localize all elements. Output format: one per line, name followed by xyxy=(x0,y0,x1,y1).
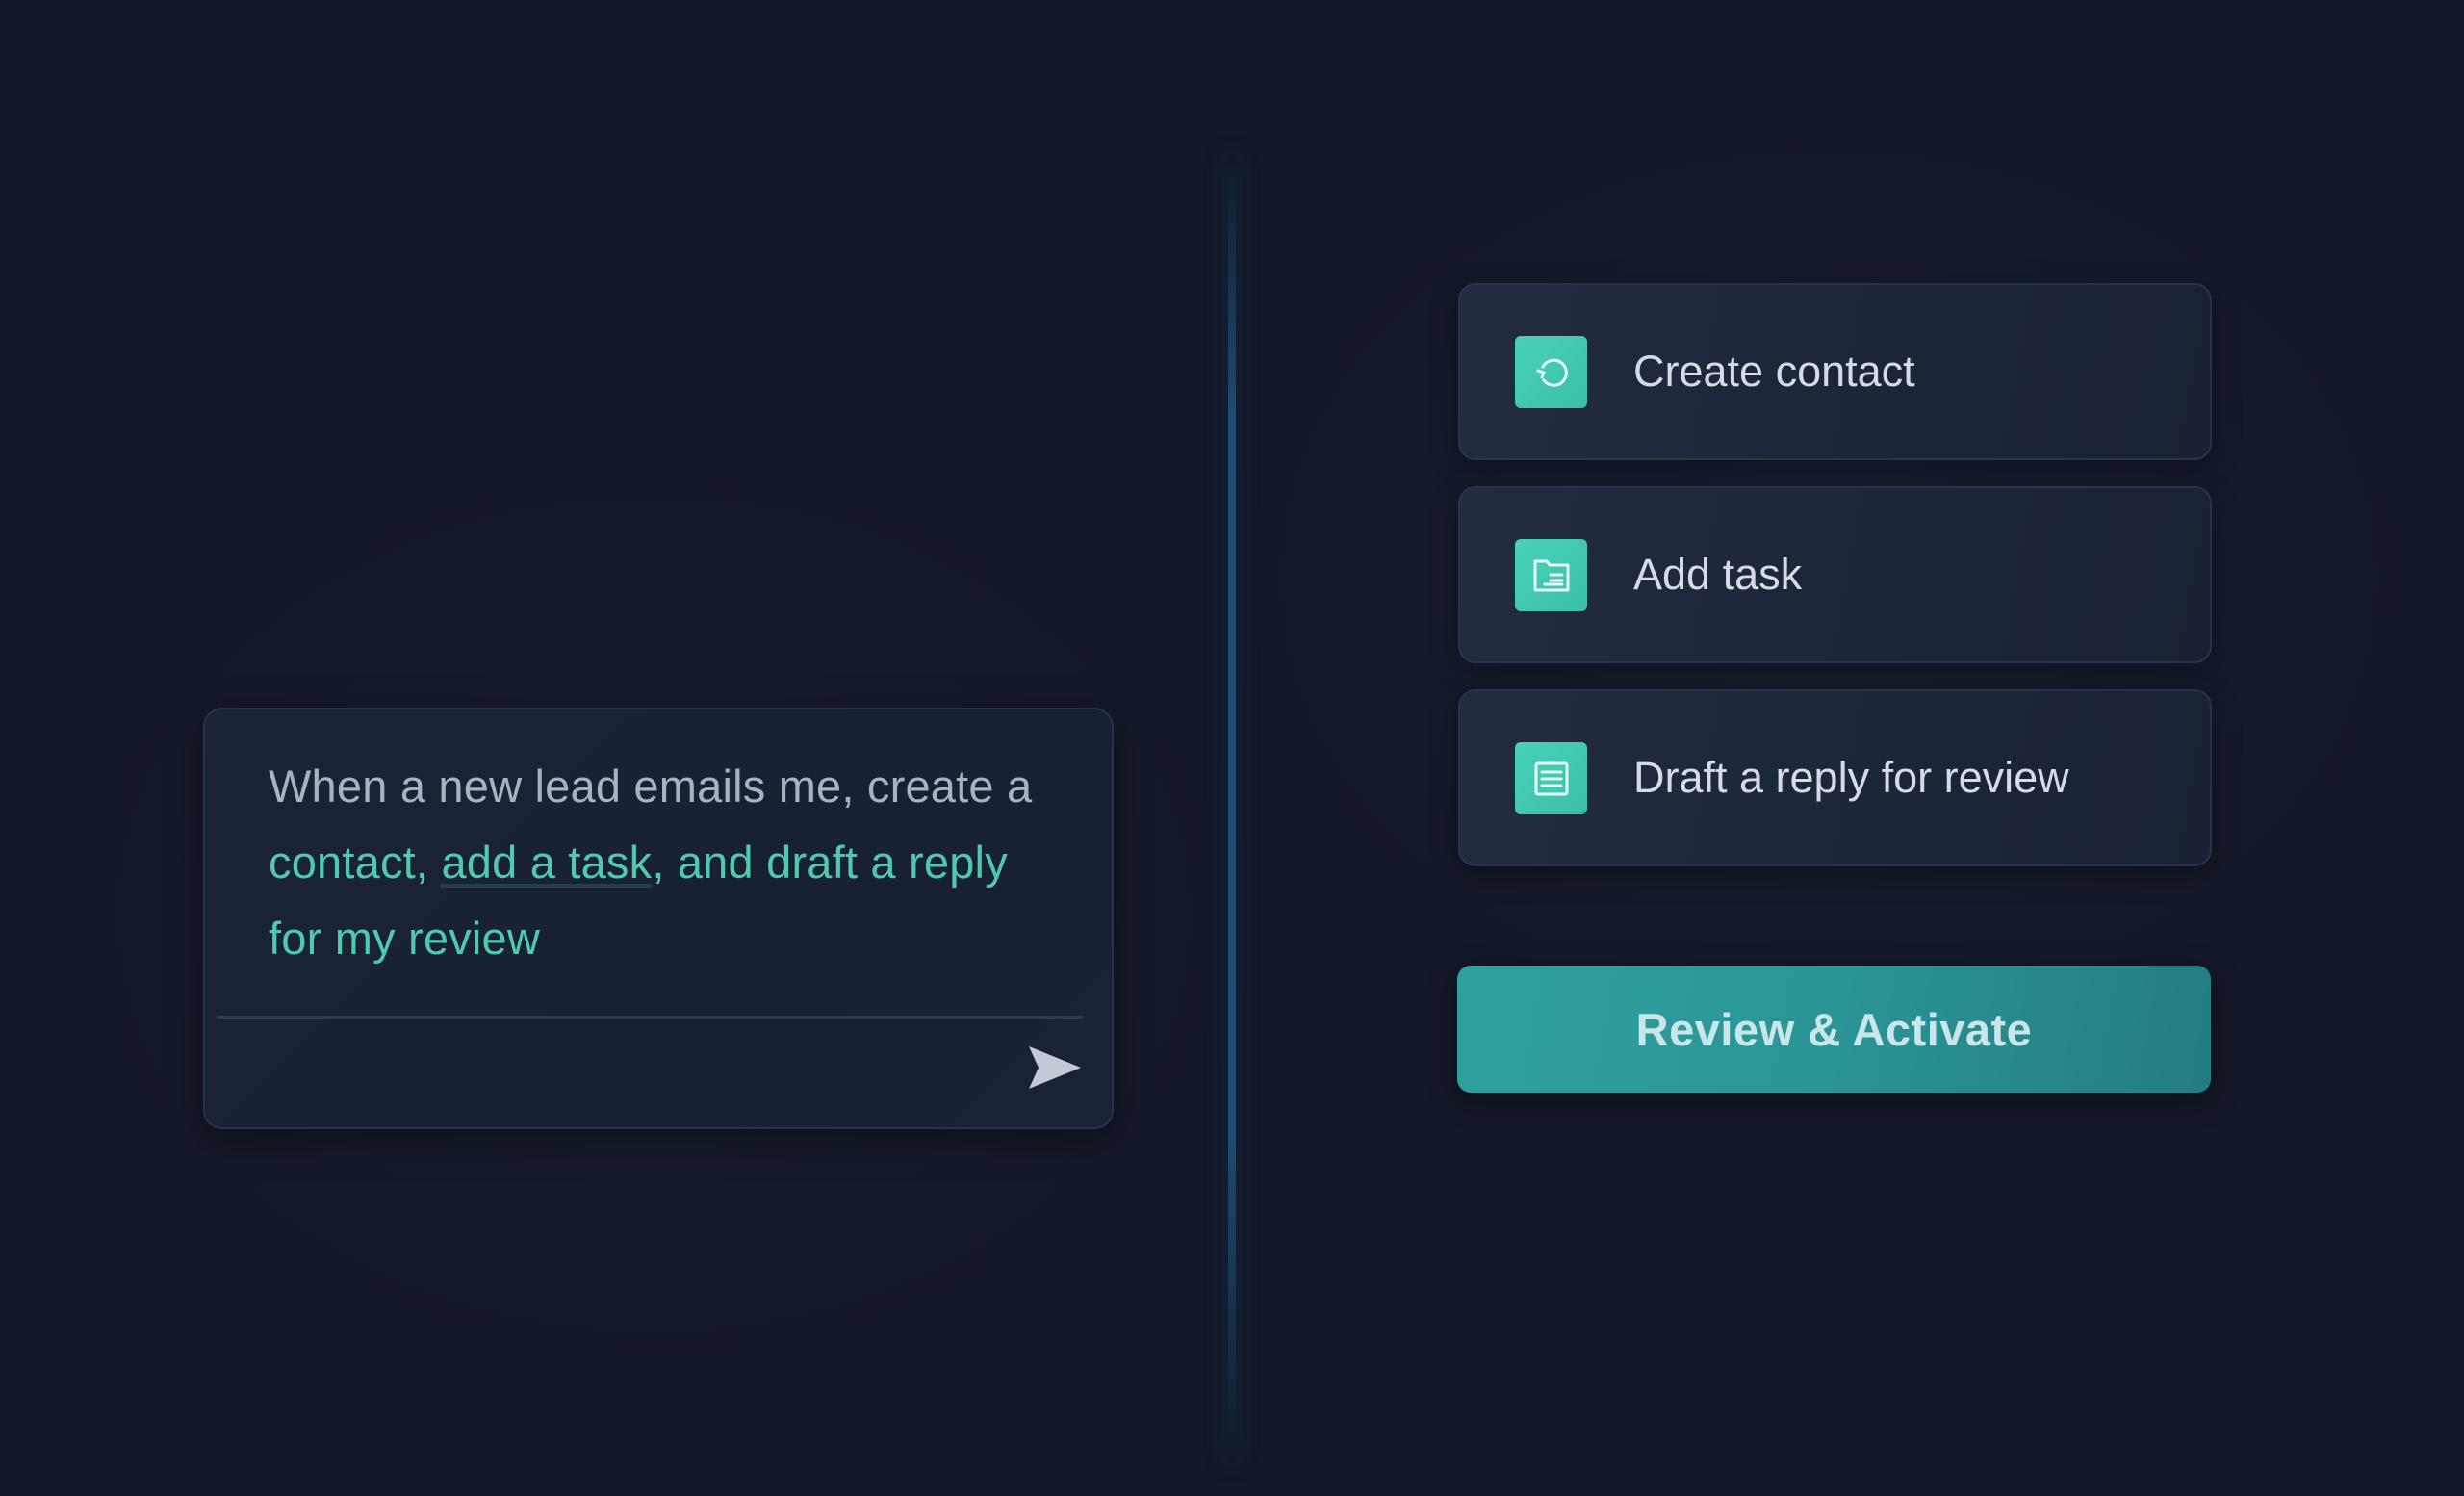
prompt-segment-highlight: contact, xyxy=(269,837,441,888)
prompt-text[interactable]: When a new lead emails me, create a cont… xyxy=(269,748,1058,976)
action-card-draft-reply[interactable]: Draft a reply for review xyxy=(1458,689,2212,866)
prompt-card[interactable]: When a new lead emails me, create a cont… xyxy=(203,708,1114,1129)
action-card-create-contact[interactable]: Create contact xyxy=(1458,283,2212,460)
send-button[interactable] xyxy=(1027,1045,1083,1091)
action-label: Add task xyxy=(1633,488,1802,661)
refresh-icon xyxy=(1515,336,1587,408)
prompt-segment-plain: When a new lead emails me, create a xyxy=(269,761,1032,812)
review-activate-label: Review & Activate xyxy=(1636,1003,2033,1056)
prompt-segment-underlined: add a task xyxy=(441,837,652,888)
review-activate-button[interactable]: Review & Activate xyxy=(1457,966,2211,1093)
folder-list-icon xyxy=(1515,539,1587,611)
prompt-divider xyxy=(217,1016,1083,1019)
automation-builder: When a new lead emails me, create a cont… xyxy=(0,0,2464,1496)
send-arrow-icon xyxy=(1027,1045,1083,1091)
document-lines-icon xyxy=(1515,742,1587,814)
action-card-add-task[interactable]: Add task xyxy=(1458,486,2212,663)
panel-divider xyxy=(1228,154,1236,1463)
action-label: Create contact xyxy=(1633,285,1915,458)
action-label: Draft a reply for review xyxy=(1633,691,2069,864)
